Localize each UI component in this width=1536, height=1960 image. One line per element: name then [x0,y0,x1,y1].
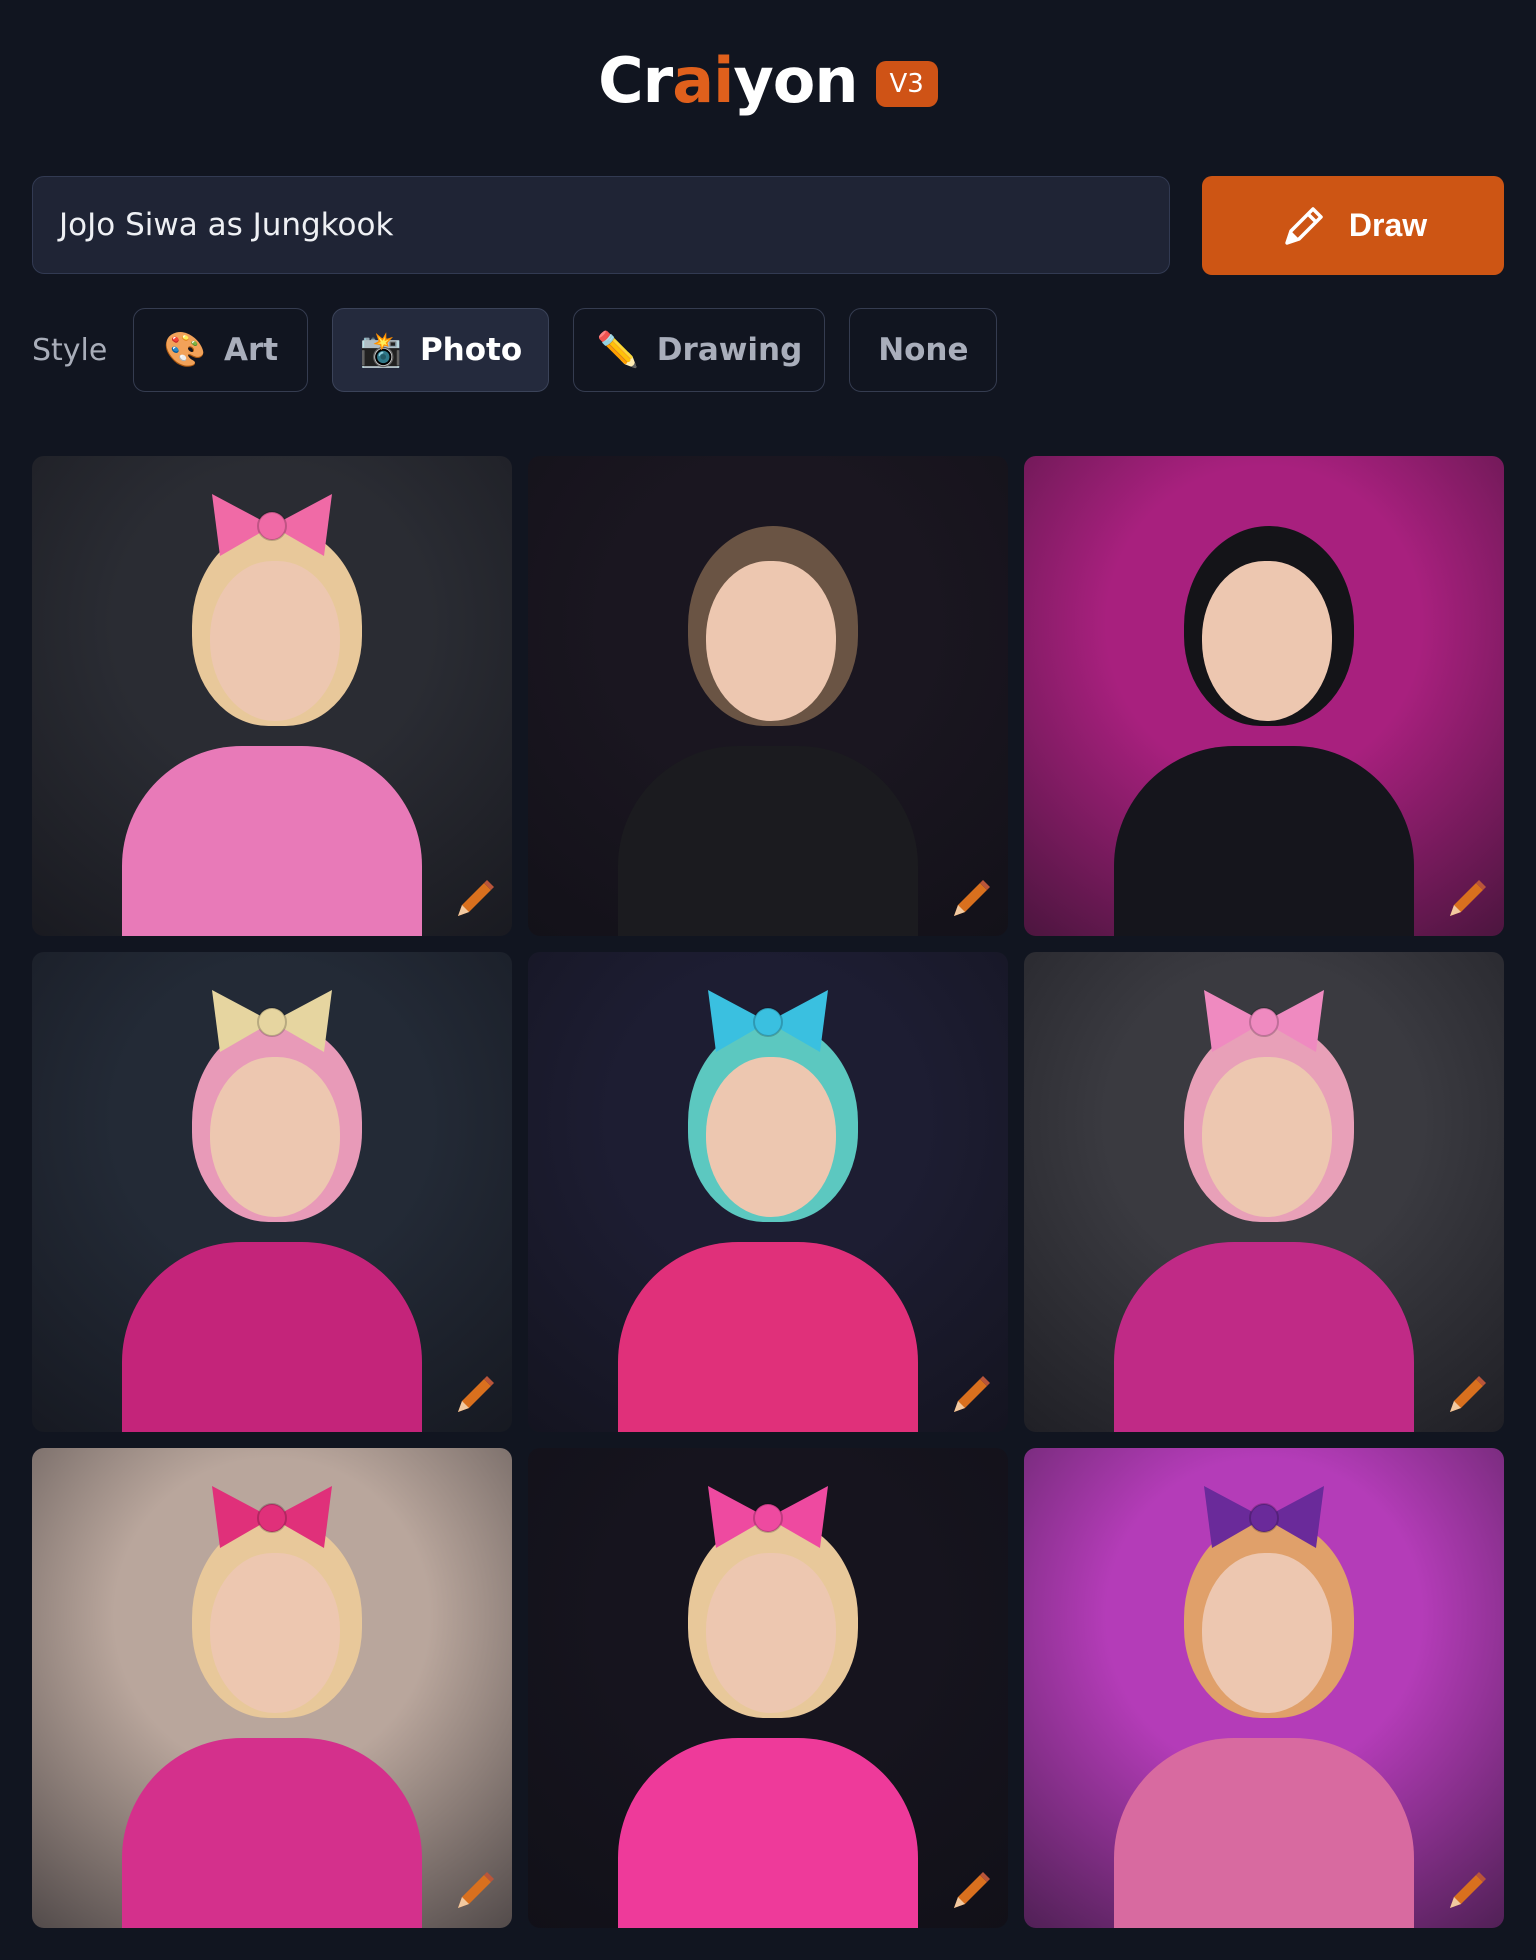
generated-image[interactable] [32,1448,512,1928]
subject-body [1114,1738,1414,1928]
style-option-label: Photo [419,332,523,368]
subject-body [122,1242,422,1432]
subject-face [1202,561,1332,721]
subject-face [1202,1057,1332,1217]
subject-face [706,1553,836,1713]
pencil-icon [1285,206,1323,245]
subject-body [1114,1242,1414,1432]
generated-image[interactable] [528,456,1008,936]
edit-pencil-icon[interactable] [1444,1372,1490,1418]
generated-image[interactable] [528,952,1008,1432]
hair-bow [1194,1478,1334,1562]
subject-face [706,561,836,721]
subject-body [618,1738,918,1928]
style-option-label: Drawing [656,332,803,368]
edit-pencil-icon[interactable] [1444,1868,1490,1914]
generated-image[interactable] [32,952,512,1432]
version-badge: V3 [875,61,938,107]
hair-bow [1194,982,1334,1066]
subject-body [618,746,918,936]
palette-icon: 🎨 [163,330,206,370]
style-selector: Style 🎨 Art 📸 Photo ✏️ Drawing None [32,308,998,392]
subject-body [122,1738,422,1928]
edit-pencil-icon[interactable] [948,1868,994,1914]
subject-body [618,1242,918,1432]
style-option-label: None [878,332,969,368]
pencil-icon: ✏️ [596,330,639,370]
image-grid [32,456,1504,1928]
generated-image[interactable] [1024,1448,1504,1928]
edit-pencil-icon[interactable] [1444,876,1490,922]
draw-button[interactable]: Draw [1202,176,1504,275]
generated-image[interactable] [1024,456,1504,936]
subject-face [706,1057,836,1217]
subject-face [1202,1553,1332,1713]
style-option-drawing[interactable]: ✏️ Drawing [573,308,826,392]
edit-pencil-icon[interactable] [948,1372,994,1418]
style-option-art[interactable]: 🎨 Art [133,308,309,392]
hair-bow [202,1478,342,1562]
generated-image[interactable] [1024,952,1504,1432]
subject-face [210,561,340,721]
header: Craiyon V3 [0,46,1536,116]
hair-bow [698,982,838,1066]
style-option-none[interactable]: None [849,308,998,392]
generated-image[interactable] [32,456,512,936]
edit-pencil-icon[interactable] [452,1868,498,1914]
craiyon-logo[interactable]: Craiyon [598,50,858,112]
draw-button-label: Draw [1348,207,1428,243]
style-option-label: Art [223,332,279,368]
hair-bow [202,982,342,1066]
subject-face [210,1553,340,1713]
style-option-photo[interactable]: 📸 Photo [332,308,550,392]
subject-body [1114,746,1414,936]
edit-pencil-icon[interactable] [948,876,994,922]
generated-image[interactable] [528,1448,1008,1928]
prompt-input[interactable]: JoJo Siwa as Jungkook [32,176,1170,274]
hair-bow [698,1478,838,1562]
hair-bow [202,486,342,570]
camera-flash-icon: 📸 [359,330,402,370]
subject-face [210,1057,340,1217]
subject-body [122,746,422,936]
style-label: Style [32,332,108,368]
edit-pencil-icon[interactable] [452,876,498,922]
edit-pencil-icon[interactable] [452,1372,498,1418]
